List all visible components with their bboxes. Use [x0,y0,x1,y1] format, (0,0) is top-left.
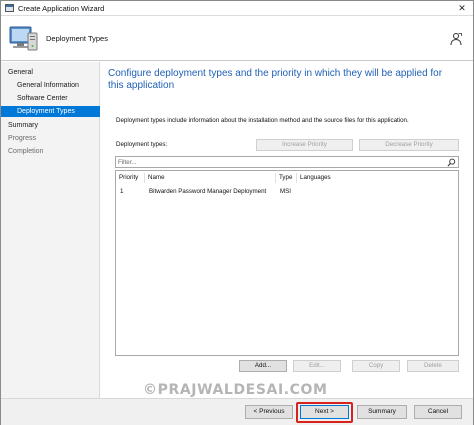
main-content: Configure deployment types and the prior… [101,62,473,398]
nav-item-general[interactable]: General [1,67,100,78]
wizard-footer: < Previous Next > Summary Cancel [1,398,473,425]
filter-input[interactable] [118,157,443,167]
nav-item-software-center[interactable]: Software Center [1,93,100,104]
column-header-name[interactable]: Name [145,173,276,183]
nav-item-summary[interactable]: Summary [1,120,100,131]
column-header-languages[interactable]: Languages [297,173,457,183]
close-icon[interactable]: ✕ [455,2,469,14]
page-description: Deployment types include information abo… [116,117,409,124]
delete-button[interactable]: Delete [407,360,459,372]
nav-item-completion: Completion [8,148,44,155]
add-button[interactable]: Add... [239,360,287,372]
next-button-highlight [296,402,353,423]
nav-item-general-information[interactable]: General Information [1,80,100,91]
cell-name: Bitwarden Password Manager Deployment [149,188,267,195]
wizard-nav: General General Information Software Cen… [1,62,100,398]
edit-button[interactable]: Edit... [293,360,341,372]
header-title: Deployment Types [46,34,108,43]
summary-button[interactable]: Summary [357,405,407,419]
increase-priority-button[interactable]: Increase Priority [256,139,353,151]
cancel-button[interactable]: Cancel [414,405,462,419]
cell-type: MSI [280,188,292,195]
deployment-types-label: Deployment types: [116,141,168,148]
wizard-computer-icon [9,26,38,51]
nav-item-deployment-types[interactable]: Deployment Types [1,106,100,117]
decrease-priority-button[interactable]: Decrease Priority [359,139,459,151]
app-window-icon [5,4,14,12]
wizard-header: Deployment Types [1,16,473,61]
search-icon[interactable] [447,158,456,167]
cell-languages [297,187,301,197]
deployment-types-list[interactable]: Priority Name Type Languages 1 Bitwarden… [115,170,459,356]
column-header-type[interactable]: Type [276,173,297,183]
wizard-window: Create Application Wizard ✕ Deployment T… [0,0,474,425]
window-title: Create Application Wizard [18,4,105,13]
copy-button[interactable]: Copy [352,360,400,372]
filter-box [115,156,459,168]
cell-priority: 1 [120,188,124,195]
column-header-priority[interactable]: Priority [116,173,145,183]
title-bar: Create Application Wizard ✕ [1,1,473,16]
page-heading: Configure deployment types and the prior… [108,68,443,91]
previous-button[interactable]: < Previous [245,405,293,419]
help-person-icon[interactable] [449,32,463,46]
nav-item-progress: Progress [8,135,37,142]
watermark-text: ©PRAJWALDESAI.COM [143,382,328,398]
